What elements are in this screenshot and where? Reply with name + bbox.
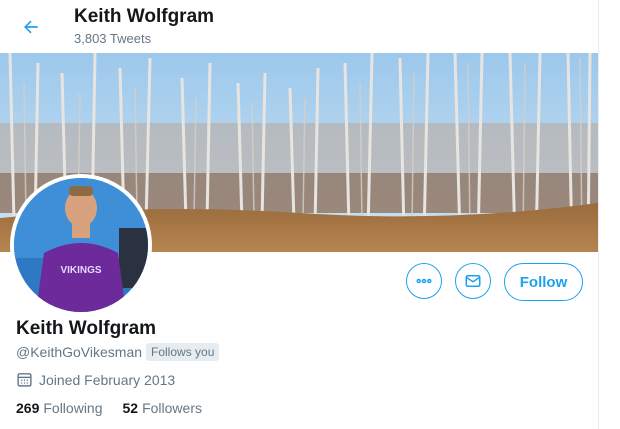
back-button[interactable] bbox=[14, 10, 48, 44]
joined-date: Joined February 2013 bbox=[39, 371, 176, 388]
tweet-count: 3,803 Tweets bbox=[74, 31, 152, 46]
profile-handle: @KeithGoVikesman bbox=[16, 344, 143, 360]
back-arrow-icon bbox=[24, 20, 38, 34]
profile-name: Keith Wolfgram bbox=[16, 318, 157, 339]
column-border bbox=[598, 0, 599, 429]
followers-label: Followers bbox=[142, 400, 202, 416]
avatar-image: VIKINGS bbox=[14, 178, 148, 312]
more-button[interactable] bbox=[406, 263, 442, 299]
follow-button[interactable]: Follow bbox=[504, 263, 583, 301]
follow-stats: 269 Following 52 Followers bbox=[16, 400, 222, 416]
handle-row: @KeithGoVikesman Follows you bbox=[16, 343, 220, 361]
avatar[interactable]: VIKINGS bbox=[10, 174, 152, 316]
more-icon bbox=[416, 278, 432, 284]
profile-header-bar: Keith Wolfgram 3,803 Tweets bbox=[0, 0, 598, 53]
message-button[interactable] bbox=[455, 263, 491, 299]
following-label: Following bbox=[43, 400, 103, 416]
calendar-icon bbox=[17, 373, 32, 387]
joined-date-row: Joined February 2013 bbox=[16, 371, 175, 388]
avatar-shirt-text: VIKINGS bbox=[60, 265, 101, 276]
following-link[interactable]: 269 Following bbox=[16, 400, 103, 416]
following-count: 269 bbox=[16, 400, 40, 416]
followers-count: 52 bbox=[122, 400, 139, 416]
followers-link[interactable]: 52 Followers bbox=[123, 400, 202, 416]
message-icon bbox=[465, 275, 481, 287]
header-title: Keith Wolfgram bbox=[74, 6, 215, 27]
follows-you-badge: Follows you bbox=[146, 343, 220, 361]
